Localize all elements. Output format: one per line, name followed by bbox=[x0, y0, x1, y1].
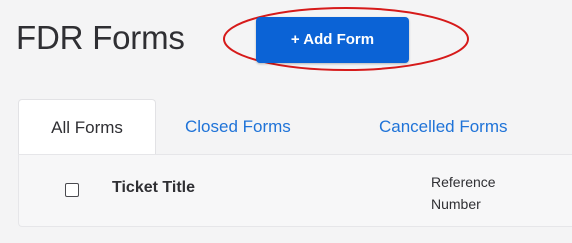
form-tabs: All Forms Closed Forms Cancelled Forms bbox=[18, 99, 572, 155]
column-header-ticket-title[interactable]: Ticket Title bbox=[112, 179, 195, 197]
forms-table-header: Ticket Title Reference Number bbox=[18, 154, 572, 227]
tab-all-forms[interactable]: All Forms bbox=[18, 99, 156, 155]
column-header-reference-number[interactable]: Reference Number bbox=[431, 171, 541, 215]
add-form-button[interactable]: + Add Form bbox=[256, 17, 409, 63]
page-title: FDR Forms bbox=[16, 19, 185, 56]
tab-closed-forms[interactable]: Closed Forms bbox=[185, 99, 291, 154]
tab-cancelled-forms[interactable]: Cancelled Forms bbox=[379, 99, 508, 154]
select-all-checkbox[interactable] bbox=[65, 183, 79, 197]
